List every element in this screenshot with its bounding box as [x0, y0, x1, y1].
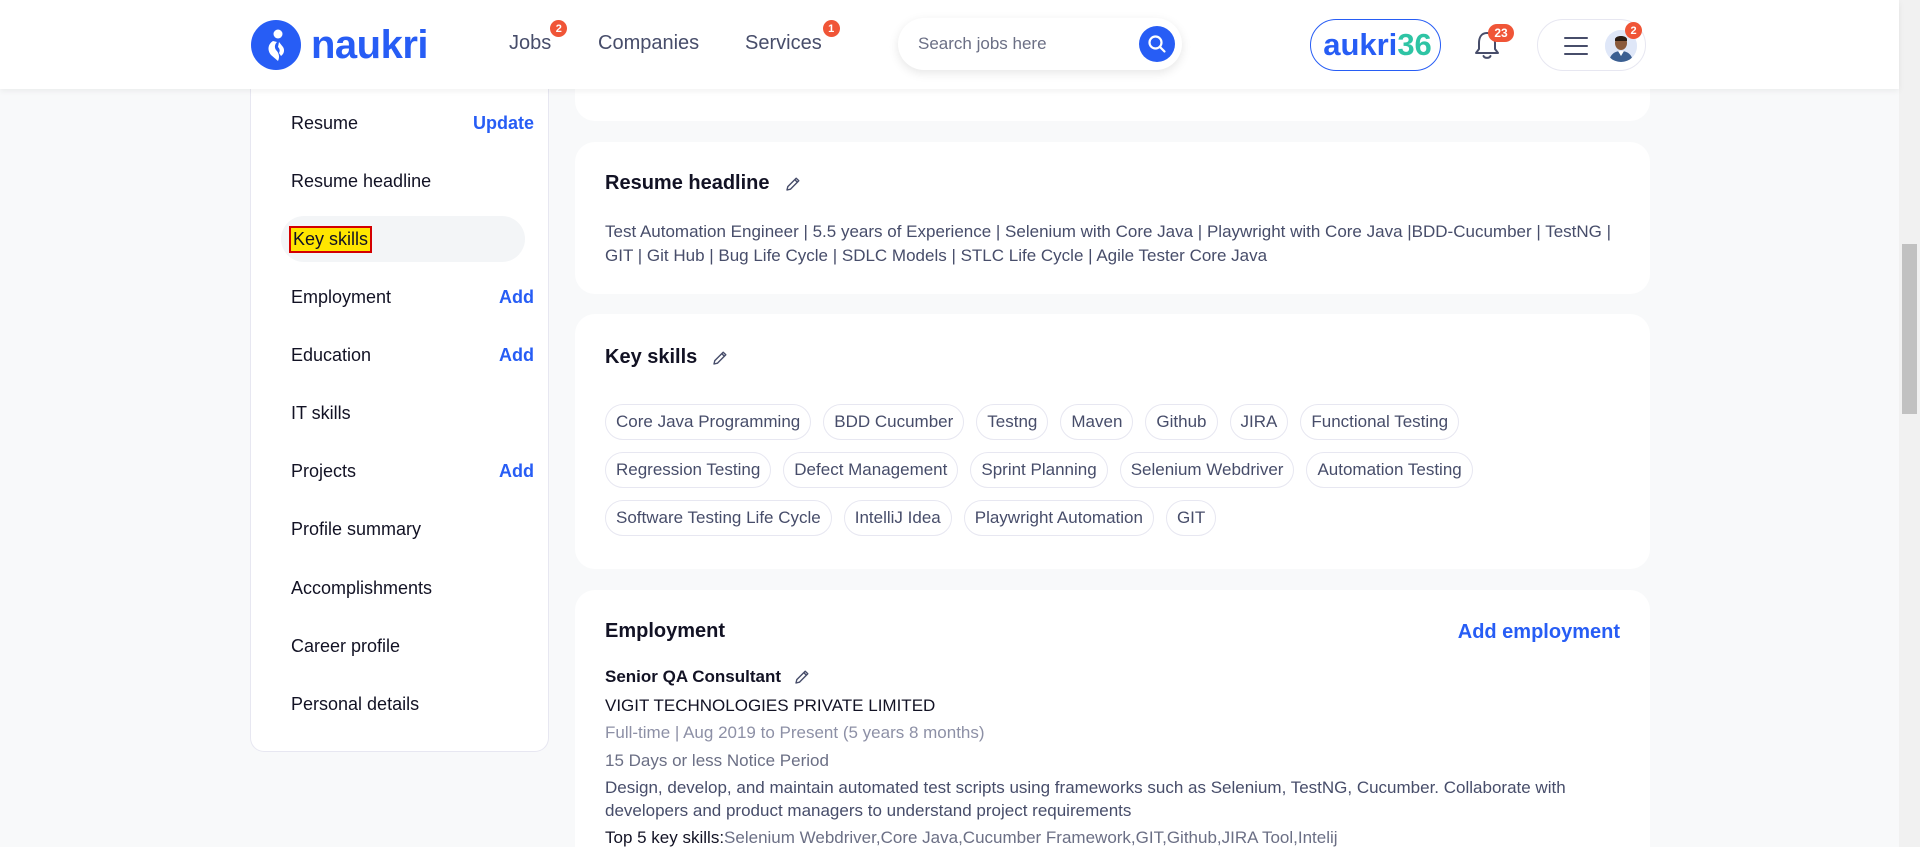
skill-chip: Sprint Planning — [970, 452, 1108, 488]
skill-chip: Regression Testing — [605, 452, 772, 488]
sidebar-item-profile-summary[interactable]: Profile summary — [291, 506, 534, 552]
add-employment-link[interactable]: Add employment — [1458, 621, 1620, 644]
search-icon — [1148, 35, 1166, 53]
nav-services[interactable]: Services 1 — [745, 20, 840, 55]
skill-chip: Software Testing Life Cycle — [605, 500, 832, 536]
quick-links-sidebar: Resume Update Resume headline Key skills… — [250, 75, 549, 752]
skill-chip: Playwright Automation — [963, 500, 1154, 536]
resume-headline-heading: Resume headline — [605, 172, 770, 194]
sidebar-item-career-profile[interactable]: Career profile — [291, 623, 534, 669]
nav-companies-label: Companies — [598, 32, 700, 54]
skill-chip: Functional Testing — [1300, 404, 1460, 440]
naukri-360-button[interactable]: aukri 36 — [1310, 19, 1441, 71]
logo-text: naukri — [311, 22, 429, 67]
skill-chip: Maven — [1060, 404, 1134, 440]
skills-chip-list: Core Java Programming BDD Cucumber Testng M… — [605, 404, 1625, 536]
sidebar-item-it-skills[interactable]: IT skills — [291, 390, 534, 436]
skill-chip: BDD Cucumber — [823, 404, 965, 440]
sidebar-item-label: IT skills — [291, 402, 351, 423]
skill-chip: GIT — [1165, 500, 1217, 536]
search-input[interactable] — [918, 34, 1118, 54]
skill-chip: Automation Testing — [1306, 452, 1473, 488]
employment-title: Employment — [605, 620, 725, 643]
sidebar-item-label: Employment — [291, 286, 392, 307]
sidebar-item-label: Accomplishments — [291, 577, 433, 598]
scrollbar-thumb[interactable] — [1902, 244, 1917, 414]
sidebar-item-label: Personal details — [291, 693, 420, 714]
page-scrollbar[interactable] — [1899, 0, 1920, 847]
naukri-360-number: 36 — [1397, 27, 1432, 62]
skill-chip: Defect Management — [783, 452, 959, 488]
resume-headline-text: Test Automation Engineer | 5.5 years of … — [605, 222, 1612, 265]
sidebar-item-employment[interactable]: Employment Add — [291, 274, 534, 320]
employment-notice-period: 15 Days or less Notice Period — [605, 751, 829, 770]
employment-description: Design, develop, and maintain automated … — [605, 778, 1566, 820]
skill-chip: JIRA — [1229, 404, 1289, 440]
education-add-link[interactable]: Add — [499, 345, 534, 366]
sidebar-item-personal-details[interactable]: Personal details — [291, 681, 534, 727]
nav-services-label: Services — [745, 32, 822, 54]
resume-headline-title: Resume headline — [605, 172, 802, 195]
employment-add-link[interactable]: Add — [499, 287, 534, 308]
resume-update-link[interactable]: Update — [473, 113, 534, 134]
employment-company: VIGIT TECHNOLOGIES PRIVATE LIMITED — [605, 696, 936, 715]
search-box[interactable] — [898, 18, 1182, 70]
key-skills-title: Key skills — [605, 346, 729, 369]
sidebar-item-education[interactable]: Education Add — [291, 332, 534, 378]
sidebar-item-label: Profile summary — [291, 518, 422, 539]
search-button[interactable] — [1139, 26, 1175, 62]
naukri-360-text: aukri — [1323, 27, 1398, 62]
key-skills-heading: Key skills — [605, 346, 698, 368]
sidebar-item-accomplishments[interactable]: Accomplishments — [291, 565, 534, 611]
top-skills-label: Top 5 key skills: — [605, 828, 725, 847]
sidebar-item-label: Career profile — [291, 635, 401, 656]
nav-companies[interactable]: Companies — [598, 32, 699, 55]
sidebar-item-resume-headline[interactable]: Resume headline — [291, 158, 534, 204]
employment-top-skills: Top 5 key skills:Selenium Webdriver,Core… — [605, 828, 1338, 847]
nav-services-badge: 1 — [822, 20, 840, 37]
user-menu-badge: 2 — [1625, 22, 1642, 39]
sidebar-item-label: Key skills — [288, 225, 373, 253]
key-skills-card: Key skills Core Java Programming BDD Cucu… — [575, 314, 1650, 569]
nav-jobs[interactable]: Jobs 2 — [509, 20, 568, 55]
top-skills-value: Selenium Webdriver,Core Java,Cucumber Fr… — [724, 828, 1338, 847]
edit-pencil-icon[interactable] — [793, 668, 811, 686]
employment-card: Employment Add employment Senior QA Cons… — [575, 590, 1650, 847]
naukri-logo-icon — [251, 20, 301, 70]
skill-chip: Selenium Webdriver — [1119, 452, 1295, 488]
top-header: naukri Jobs 2 Companies Services 1 aukri… — [0, 0, 1899, 89]
skill-chip: Core Java Programming — [605, 404, 812, 440]
sidebar-item-label: Resume headline — [291, 170, 432, 191]
edit-pencil-icon[interactable] — [711, 349, 729, 367]
notification-badge: 23 — [1488, 24, 1514, 42]
sidebar-item-label: Projects — [291, 460, 357, 481]
naukri-logo[interactable]: naukri — [251, 20, 429, 70]
employment-heading: Employment — [605, 620, 726, 642]
nav-jobs-badge: 2 — [550, 20, 568, 37]
sidebar-item-key-skills[interactable]: Key skills — [281, 216, 525, 262]
skill-chip: Github — [1145, 404, 1218, 440]
nav-jobs-label: Jobs — [509, 32, 552, 54]
sidebar-item-projects[interactable]: Projects Add — [291, 448, 534, 494]
skill-chip: IntelliJ Idea — [843, 500, 952, 536]
sidebar-item-label: Education — [291, 344, 372, 365]
skill-chip: Testng — [976, 404, 1049, 440]
sidebar-item-resume[interactable]: Resume Update — [291, 100, 534, 146]
edit-pencil-icon[interactable] — [784, 175, 802, 193]
employment-role-text: Senior QA Consultant — [605, 667, 781, 686]
employment-role: Senior QA Consultant — [605, 667, 811, 687]
projects-add-link[interactable]: Add — [499, 461, 534, 482]
employment-meta: Full-time | Aug 2019 to Present (5 years… — [605, 723, 985, 742]
resume-headline-card: Resume headline Test Automation Engineer… — [575, 142, 1650, 294]
sidebar-item-label: Resume — [291, 112, 359, 133]
hamburger-icon — [1564, 37, 1588, 55]
